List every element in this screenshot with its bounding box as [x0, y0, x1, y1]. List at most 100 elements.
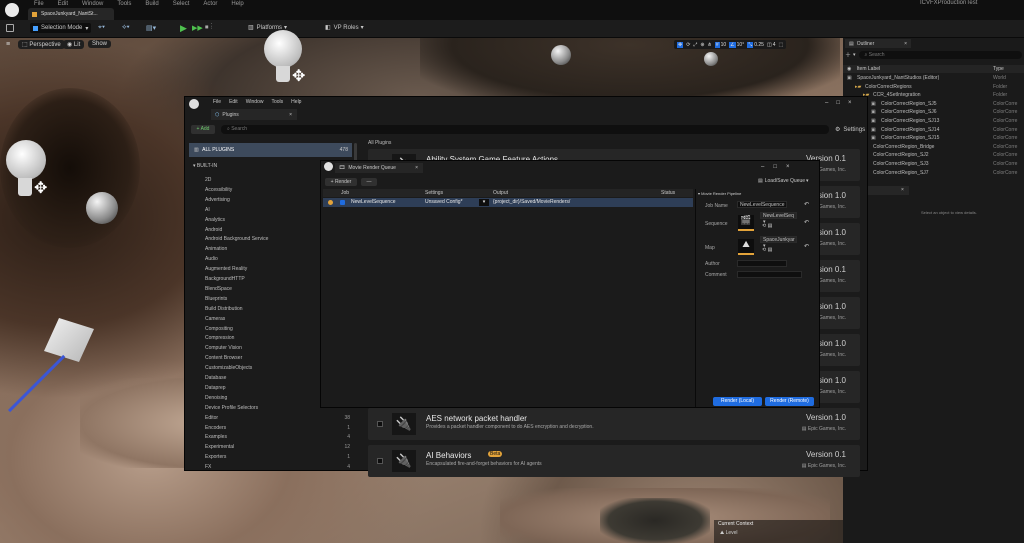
minimize-icon[interactable]: – [761, 164, 773, 170]
menu-select[interactable]: Select [173, 1, 190, 7]
plugins-search-input[interactable]: ⌕ Search [221, 125, 829, 134]
plugin-category-item[interactable]: Content Browser [205, 355, 242, 361]
outliner-row[interactable]: ▣ColorCorrectRegion_SJ2ColorCorre [843, 152, 1024, 160]
plugin-category-item[interactable]: Blueprints [205, 296, 227, 302]
plugin-category-item[interactable]: CustomizableObjects [205, 365, 252, 371]
grid-snap-value[interactable]: 10 [721, 42, 727, 48]
outliner-row[interactable]: ▣ SpaceJunkyard_NantStudios (Editor) World [843, 75, 1024, 83]
reflection-sphere-icon[interactable] [86, 192, 118, 224]
plugin-category-item[interactable]: Compression [205, 335, 234, 341]
scale-snap-value[interactable]: 0.25 [754, 42, 764, 48]
visibility-icon[interactable]: ◉ [847, 66, 851, 72]
built-in-header[interactable]: ▾ BUILT-IN [193, 163, 217, 169]
comment-field[interactable] [737, 271, 802, 278]
render-local-button[interactable]: Render (Local) [713, 397, 762, 406]
minimize-icon[interactable]: – [825, 100, 836, 106]
plugin-category-item[interactable]: Android Background Service [205, 236, 268, 242]
world-icon[interactable]: ⊕ [700, 42, 704, 48]
plugin-category-item[interactable]: Dataprep [205, 385, 226, 391]
job-name-field[interactable]: NewLevelSequence [737, 201, 787, 208]
point-light-icon[interactable] [6, 140, 46, 180]
plugin-category-item[interactable]: BackgroundHTTP [205, 276, 245, 282]
plugin-category-item[interactable]: Encoders [205, 425, 226, 431]
vp-roles-button[interactable]: ◧ VP Roles ▾ [325, 24, 364, 32]
close-icon[interactable]: × [786, 164, 799, 170]
selection-mode-button[interactable]: Selection Mode ▾ [30, 23, 92, 33]
filter-icon[interactable]: ▾ [853, 52, 856, 58]
camera-speed-icon[interactable]: ◫ [767, 42, 772, 48]
outliner-row[interactable]: ▣ColorCorrectRegion_SJ3ColorCorre [843, 161, 1024, 169]
reflection-sphere-icon[interactable] [704, 52, 718, 66]
menu-window[interactable]: Window [82, 1, 103, 7]
menu-edit[interactable]: Edit [58, 1, 68, 7]
plugin-category-item[interactable]: Android [205, 227, 222, 233]
browse-icon[interactable]: ⟲ ▤ [762, 223, 772, 229]
plugin-card[interactable]: 🔌 AI Behaviors Beta Encapsulated fire-and-f… [368, 445, 860, 477]
cinematics-icon[interactable]: ▤▾ [146, 24, 156, 32]
outliner-row[interactable]: ▣ ColorCorrectRegion_SJ5 ColorCorre [843, 101, 1024, 109]
lit-button[interactable]: ◉ Lit [63, 40, 85, 49]
reset-icon[interactable]: ↶ [804, 219, 809, 226]
perspective-button[interactable]: ⬚ Perspective [18, 40, 65, 49]
plugins-menu-help[interactable]: Help [291, 99, 301, 105]
show-button[interactable]: Show [88, 40, 112, 48]
plugin-category-item[interactable]: Animation [205, 246, 227, 252]
add-icon[interactable]: ＋ [845, 50, 851, 59]
plugin-category-item[interactable]: Computer Vision [205, 345, 242, 351]
col-status[interactable]: Status [661, 189, 675, 197]
sequence-picker[interactable]: NewLevelSeq ▾ [760, 212, 797, 225]
viewport-options-icon[interactable]: ≡ [6, 41, 10, 48]
plugin-category-item[interactable]: Augmented Reality [205, 266, 247, 272]
plugin-category-item[interactable]: AI [205, 207, 210, 213]
col-settings[interactable]: Settings [425, 189, 443, 197]
plugin-category-item[interactable]: Examples [205, 434, 227, 440]
close-icon[interactable]: × [904, 41, 907, 47]
point-light-icon[interactable] [264, 30, 302, 68]
plugin-category-item[interactable]: Audio [205, 256, 218, 262]
blueprint-icon[interactable]: ⟡▾ [122, 24, 130, 32]
map-picker[interactable]: SpaceJunkyar ▾ [760, 236, 797, 249]
transform-rotate-icon[interactable]: ⟳ [686, 42, 690, 48]
add-actor-icon[interactable]: ⌖▾ [98, 24, 105, 32]
load-save-queue-button[interactable]: ▤ Load/Save Queue ▾ [758, 178, 809, 184]
plugin-category-item[interactable]: Build Distribution [205, 306, 243, 312]
stop-icon[interactable]: ⏹ ⋮ [205, 24, 212, 32]
outliner-row[interactable]: ▣ ColorCorrectRegion_SJ6 ColorCorre [843, 109, 1024, 117]
plugins-breadcrumb[interactable]: All Plugins [368, 140, 391, 146]
plugin-card[interactable]: 🔌 AES network packet handler Provides a pa… [368, 408, 860, 440]
plugin-enabled-checkbox[interactable] [377, 421, 383, 427]
job-row[interactable]: NewLevelSequence Unsaved Config* ▾ {proj… [323, 198, 693, 207]
maximize-icon[interactable]: □ [836, 100, 848, 106]
job-output-path[interactable]: {project_dir}/Saved/MovieRenders/ [493, 198, 570, 207]
save-icon[interactable] [6, 24, 14, 32]
menu-file[interactable]: File [34, 1, 44, 7]
settings-dropdown-icon[interactable]: ▾ [479, 199, 489, 206]
reflection-sphere-icon[interactable] [551, 45, 571, 65]
play-button[interactable]: ▶ [180, 23, 187, 34]
maximize-icon[interactable]: □ [773, 164, 786, 170]
job-enabled-checkbox[interactable] [340, 200, 345, 205]
plugin-category-item[interactable]: Device Profile Selectors [205, 405, 258, 411]
grid-snap-icon[interactable]: # [714, 41, 720, 48]
plugin-category-item[interactable]: FX [205, 464, 211, 470]
plugin-category-item[interactable]: Cameras [205, 316, 225, 322]
plugin-category-item[interactable]: Exporters [205, 454, 226, 460]
transform-scale-icon[interactable]: ⤢ [693, 42, 697, 48]
plugin-category-item[interactable]: Experimental [205, 444, 234, 450]
close-icon[interactable]: × [848, 100, 860, 106]
outliner-search-input[interactable]: ⌕ Search [858, 50, 1022, 59]
menu-help[interactable]: Help [231, 1, 243, 7]
rotation-snap-icon[interactable]: ∠ [729, 41, 736, 48]
plugins-menu-edit[interactable]: Edit [229, 99, 238, 105]
col-job[interactable]: Job [341, 189, 349, 197]
scale-snap-icon[interactable]: ⤡ [747, 41, 754, 48]
reset-icon[interactable]: ↶ [804, 243, 809, 250]
outliner-row[interactable]: ▣ ColorCorrectRegion_SJ15 ColorCorre [843, 135, 1024, 143]
plugins-menu-tools[interactable]: Tools [271, 99, 283, 105]
close-icon[interactable]: × [901, 186, 904, 195]
mrq-remove-button[interactable]: — [361, 178, 377, 186]
outliner-col-label[interactable]: Item Label [857, 66, 880, 72]
move-gizmo-icon[interactable]: ✥ [34, 178, 47, 198]
outliner-tab[interactable]: ▤ Outliner × [845, 39, 911, 48]
plugin-category-item[interactable]: Advertising [205, 197, 230, 203]
